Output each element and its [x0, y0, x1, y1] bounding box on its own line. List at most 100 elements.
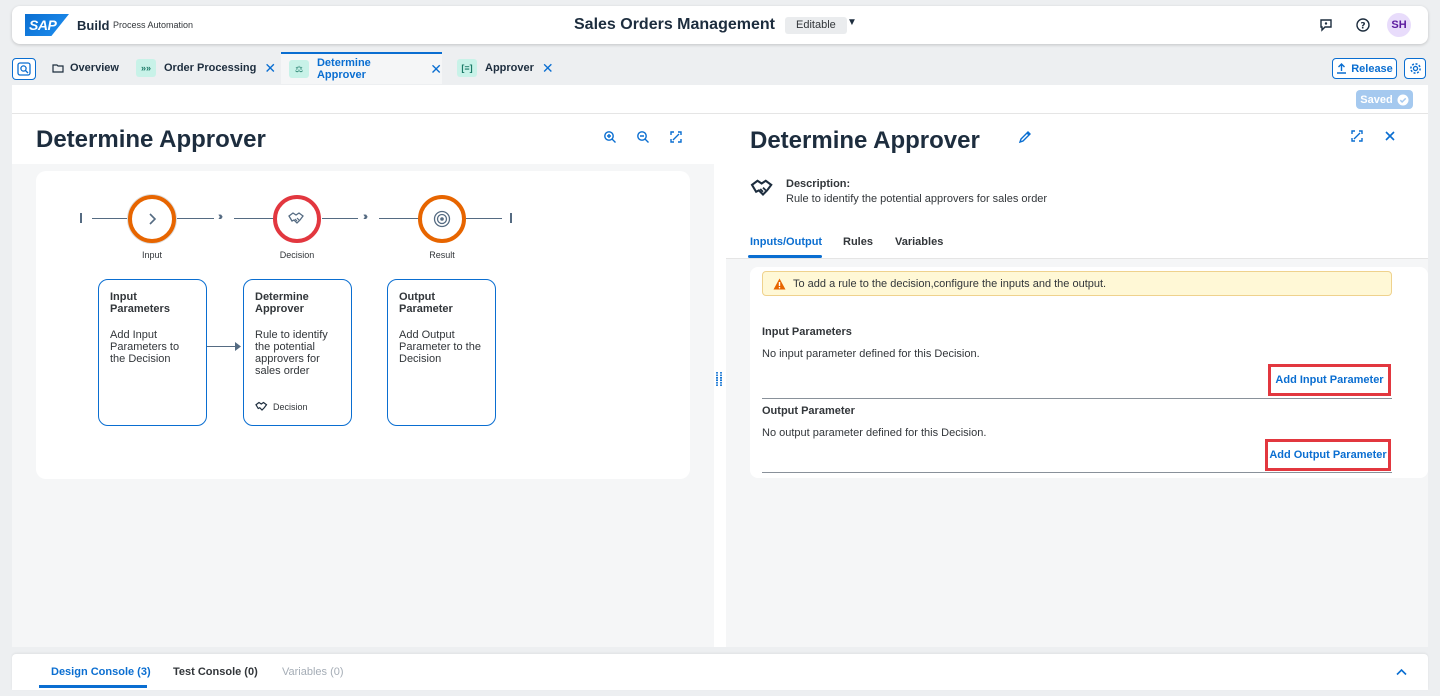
flow-connector: [466, 218, 502, 219]
page-title: Determine Approver: [36, 126, 266, 153]
tab-determine-approver[interactable]: ⚖ Determine Approver ✕: [281, 52, 442, 84]
upload-icon: [1337, 63, 1347, 74]
decision-details-pane: Determine Approver Description: Rule to …: [726, 114, 1428, 647]
feedback-icon[interactable]: [1318, 17, 1334, 33]
flow-connector: [176, 218, 214, 219]
arrow-head-icon: [235, 342, 241, 351]
result-node[interactable]: [418, 195, 466, 243]
warning-text: To add a rule to the decision,configure …: [793, 277, 1107, 290]
tab-inputs-output[interactable]: Inputs/Output: [750, 236, 822, 248]
flow-connector: [379, 218, 419, 219]
brand-subtitle: Process Automation: [113, 20, 194, 30]
warning-message: To add a rule to the decision,configure …: [762, 271, 1392, 296]
editor-tabs: Overview »» Order Processing ✕ ⚖ Determi…: [0, 52, 1440, 84]
save-status-bar: Saved: [12, 85, 1428, 114]
input-parameters-empty-text: No input parameter defined for this Deci…: [762, 348, 980, 360]
project-menu-caret-icon[interactable]: ▼: [847, 17, 857, 28]
saved-badge: Saved: [1356, 90, 1413, 109]
flow-connector: [234, 218, 274, 219]
form-icon: [≡]: [457, 59, 477, 77]
settings-button[interactable]: [1404, 58, 1426, 79]
tab-approver[interactable]: [≡] Approver ✕: [457, 52, 554, 84]
flow-end-marker: [510, 213, 512, 223]
tab-overview[interactable]: Overview: [52, 52, 119, 84]
input-parameters-card[interactable]: Input Parameters Add Input Parameters to…: [98, 279, 207, 426]
decision-node-label: Decision: [279, 250, 315, 260]
inputs-output-panel: To add a rule to the decision,configure …: [750, 267, 1428, 478]
add-output-parameter-button[interactable]: Add Output Parameter: [1265, 439, 1391, 471]
details-title: Determine Approver: [750, 127, 980, 154]
bottom-console: Design Console (3) Test Console (0) Vari…: [12, 654, 1428, 690]
result-node-label: Result: [429, 250, 455, 260]
release-label: Release: [1351, 62, 1393, 75]
process-icon: »»: [136, 59, 156, 77]
card-type-label: Decision: [273, 402, 308, 412]
decision-canvas-pane: Determine Approver ››› ››› Input Decisio…: [12, 114, 714, 647]
close-icon[interactable]: [1382, 128, 1398, 144]
input-node-label: Input: [141, 250, 163, 260]
help-icon[interactable]: ?: [1355, 17, 1371, 33]
flow-connector: [92, 218, 128, 219]
chevron-right-icon: [149, 213, 157, 225]
handshake-icon: [750, 179, 773, 196]
folder-icon: [52, 64, 64, 73]
gear-icon: [1409, 63, 1421, 74]
card-connector: [207, 346, 237, 347]
flow-arrow-icon: ›››: [218, 211, 223, 223]
status-badge: Editable: [785, 17, 847, 34]
description-text: Rule to identify the potential approvers…: [786, 193, 1048, 205]
output-parameter-heading: Output Parameter: [762, 405, 855, 417]
active-tab-indicator: [748, 255, 822, 258]
card-body: Rule to identify the potential approvers…: [255, 329, 328, 377]
brand-name: Build: [77, 18, 110, 33]
active-tab-indicator: [39, 685, 147, 688]
section-divider: [762, 472, 1392, 473]
details-header: Determine Approver Description: Rule to …: [726, 114, 1428, 259]
expand-icon[interactable]: [1349, 128, 1365, 144]
project-search-icon[interactable]: [12, 58, 36, 80]
warning-icon: [773, 278, 786, 290]
tab-order-processing[interactable]: »» Order Processing ✕: [136, 52, 276, 84]
shell-bar: SAP Build Process Automation Sales Order…: [12, 6, 1428, 44]
close-icon[interactable]: ✕: [264, 60, 276, 77]
decision-node[interactable]: [273, 195, 321, 243]
release-button[interactable]: Release: [1332, 58, 1397, 79]
input-parameters-heading: Input Parameters: [762, 326, 852, 338]
handshake-icon: [255, 401, 268, 411]
tab-test-console[interactable]: Test Console (0): [173, 666, 258, 678]
close-icon[interactable]: ✕: [542, 60, 554, 77]
card-title: Output Parameter: [399, 291, 453, 315]
card-body: Add Output Parameter to the Decision: [399, 329, 481, 365]
target-icon: [433, 210, 451, 228]
tab-rules[interactable]: Rules: [843, 236, 873, 248]
saved-label: Saved: [1360, 93, 1393, 106]
decision-card[interactable]: Determine Approver Rule to identify the …: [243, 279, 352, 426]
svg-text:?: ?: [1360, 22, 1365, 32]
sap-logo[interactable]: SAP: [25, 14, 69, 36]
card-title: Input Parameters: [110, 291, 170, 315]
chevron-up-icon[interactable]: [1396, 665, 1407, 679]
tab-variables[interactable]: Variables: [895, 236, 943, 248]
canvas-header: Determine Approver: [12, 114, 714, 164]
section-divider: [762, 398, 1392, 399]
flow-connector: [322, 218, 358, 219]
flow-arrow-icon: ›››: [363, 211, 368, 223]
tab-label: Overview: [70, 62, 119, 74]
output-parameter-card[interactable]: Output Parameter Add Output Parameter to…: [387, 279, 496, 426]
tab-console-variables[interactable]: Variables (0): [282, 666, 344, 678]
edit-pencil-icon[interactable]: [1017, 129, 1033, 145]
zoom-out-icon[interactable]: [635, 129, 651, 145]
user-avatar[interactable]: SH: [1387, 13, 1411, 37]
tab-label: Approver: [485, 62, 534, 74]
check-icon: [1397, 94, 1409, 105]
card-type: Decision: [255, 401, 308, 413]
tab-design-console[interactable]: Design Console (3): [51, 666, 151, 678]
flow-start-marker: [80, 213, 82, 223]
pane-resize-handle-icon[interactable]: ⁞⁞ ⁞⁞: [715, 371, 723, 388]
close-icon[interactable]: ✕: [430, 61, 442, 78]
zoom-in-icon[interactable]: [602, 129, 618, 145]
add-input-parameter-button[interactable]: Add Input Parameter: [1268, 364, 1391, 396]
decision-flow-canvas: ››› ››› Input Decision Result Input Para…: [36, 171, 690, 479]
input-node[interactable]: [128, 195, 176, 243]
fit-to-screen-icon[interactable]: [668, 129, 684, 145]
